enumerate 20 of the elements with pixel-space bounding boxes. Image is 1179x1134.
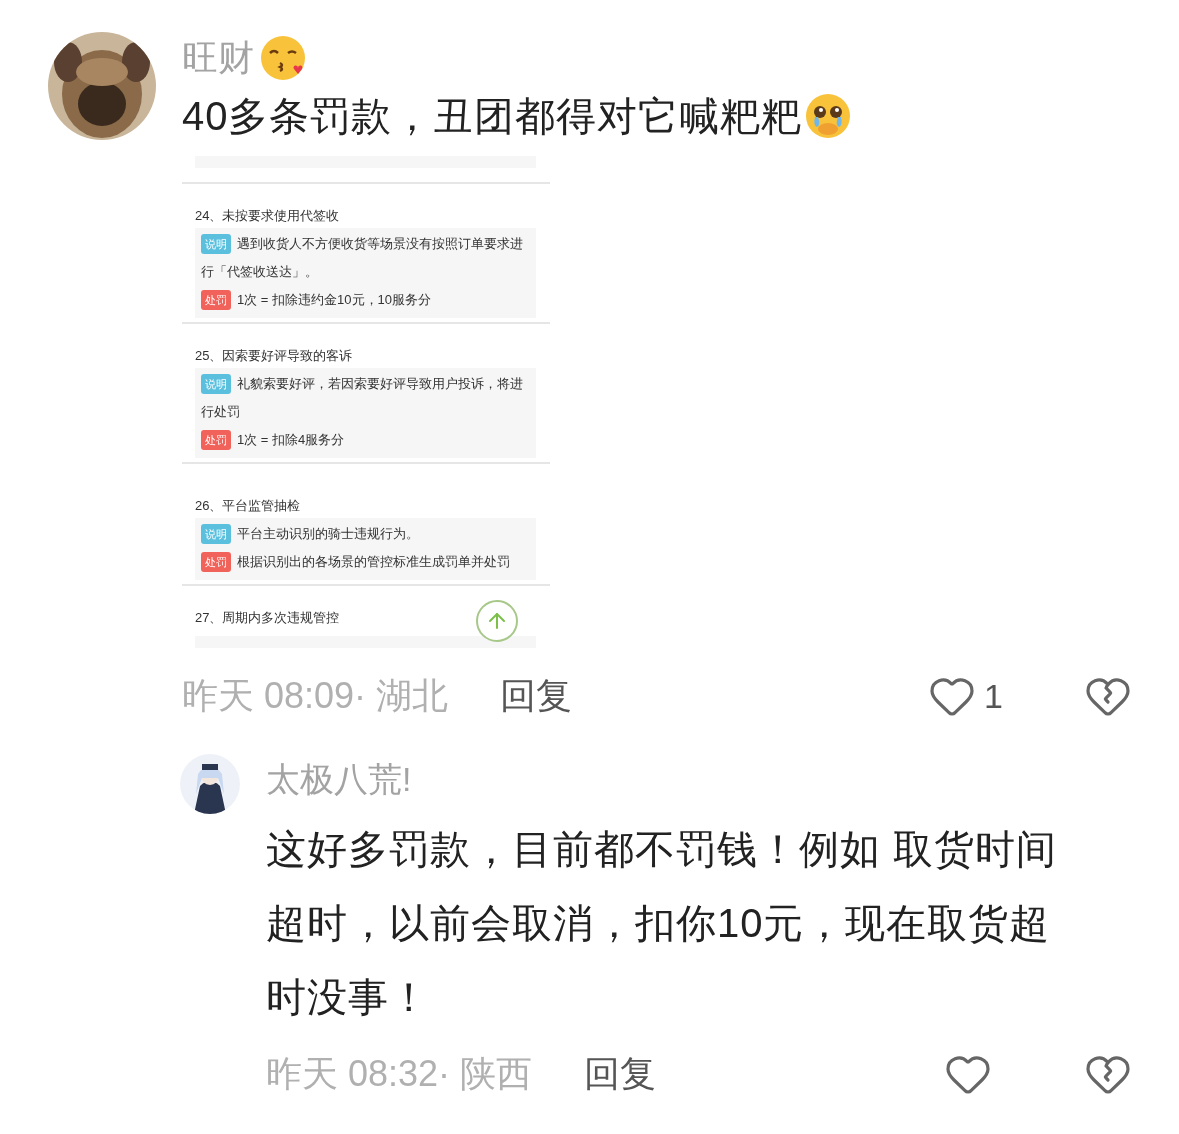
rule-title: 27、周期内多次违规管控 bbox=[195, 609, 340, 627]
comment-text: 这好多罚款，目前都不罚钱！例如 取货时间超时，以前会取消，扣你10元，现在取货超时没事！ bbox=[266, 826, 1059, 1021]
penalty-text: 处罚 1次 = 扣除4服务分 bbox=[201, 426, 530, 454]
penalty-text: 处罚 1次 = 扣除违约金10元，10服务分 bbox=[201, 286, 530, 314]
comment-time-location: 昨天 08:32· 陕西 bbox=[266, 1051, 533, 1096]
comment-time-location: 昨天 08:09· 湖北 bbox=[182, 673, 449, 718]
comment-text: 40多条罚款，丑团都得对它喊粑粑 bbox=[182, 84, 1132, 148]
penalty-text: 处罚 根据识别出的各场景的管控标准生成罚单并处罚 bbox=[201, 548, 530, 576]
like-count: 1 bbox=[984, 676, 1004, 716]
description-text: 说明 遇到收货人不方便收货等场景没有按照订单要求进行「代签收送达」。 bbox=[201, 233, 524, 281]
rule-title: 26、平台监管抽检 bbox=[195, 497, 301, 515]
kissing-face-icon bbox=[258, 33, 308, 83]
reply-link[interactable]: 回复 bbox=[500, 671, 573, 721]
author-name: 旺财 bbox=[182, 35, 254, 80]
rule-title: 25、因索要好评导致的客诉 bbox=[195, 347, 353, 365]
author-name: 太极八荒! bbox=[266, 759, 412, 800]
description-text: 说明 礼貌索要好评，若因索要好评导致用户投诉，将进行处罚 bbox=[201, 373, 524, 421]
description-text: 说明 平台主动识别的骑士违规行为。 bbox=[201, 520, 530, 548]
rule-title: 24、未按要求使用代签收 bbox=[195, 207, 340, 225]
reply-link[interactable]: 回复 bbox=[584, 1049, 657, 1099]
